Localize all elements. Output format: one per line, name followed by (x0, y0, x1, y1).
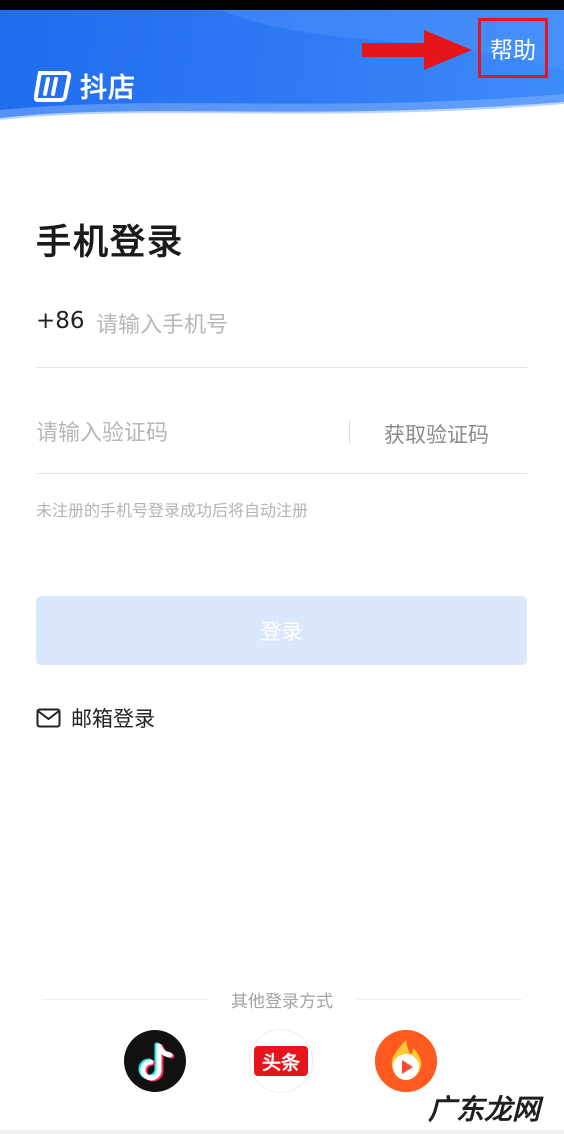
email-login-link[interactable]: 邮箱登录 (36, 703, 155, 733)
phone-divider (36, 367, 527, 368)
app-name: 抖店 (80, 73, 136, 104)
toutiao-login-button[interactable]: 头条 (250, 1030, 312, 1092)
auto-register-hint: 未注册的手机号登录成功后将自动注册 (36, 501, 309, 520)
app-logo: 抖店 (34, 66, 136, 105)
login-button[interactable]: 登录 (36, 596, 527, 665)
doudian-logo-icon (34, 70, 72, 102)
other-login-divider: 其他登录方式 (0, 987, 564, 1012)
verification-code-input[interactable] (36, 413, 336, 453)
page-title: 手机登录 (36, 223, 185, 263)
divider-line-right (357, 999, 522, 1000)
douyin-icon (138, 1042, 175, 1082)
status-bar (0, 0, 564, 10)
help-button[interactable]: 帮助 (478, 18, 548, 78)
xigua-icon (375, 1030, 437, 1092)
email-login-label: 邮箱登录 (71, 707, 155, 731)
mail-icon (36, 708, 61, 728)
code-field-separator (349, 420, 350, 444)
get-code-button[interactable]: 获取验证码 (384, 419, 489, 449)
toutiao-icon: 头条 (254, 1046, 308, 1076)
code-divider (36, 473, 527, 474)
red-arrow-annotation (362, 30, 472, 70)
watermark-text: 广东龙网 (428, 1093, 541, 1126)
other-login-label: 其他登录方式 (231, 992, 333, 1012)
country-code-selector[interactable]: +86 (36, 308, 85, 334)
phone-input[interactable] (96, 305, 516, 345)
bottom-edge (0, 1130, 564, 1134)
divider-line-left (42, 999, 207, 1000)
douyin-login-button[interactable] (124, 1030, 186, 1092)
header-banner: 抖店 帮助 (0, 10, 564, 134)
xigua-login-button[interactable] (375, 1030, 437, 1092)
